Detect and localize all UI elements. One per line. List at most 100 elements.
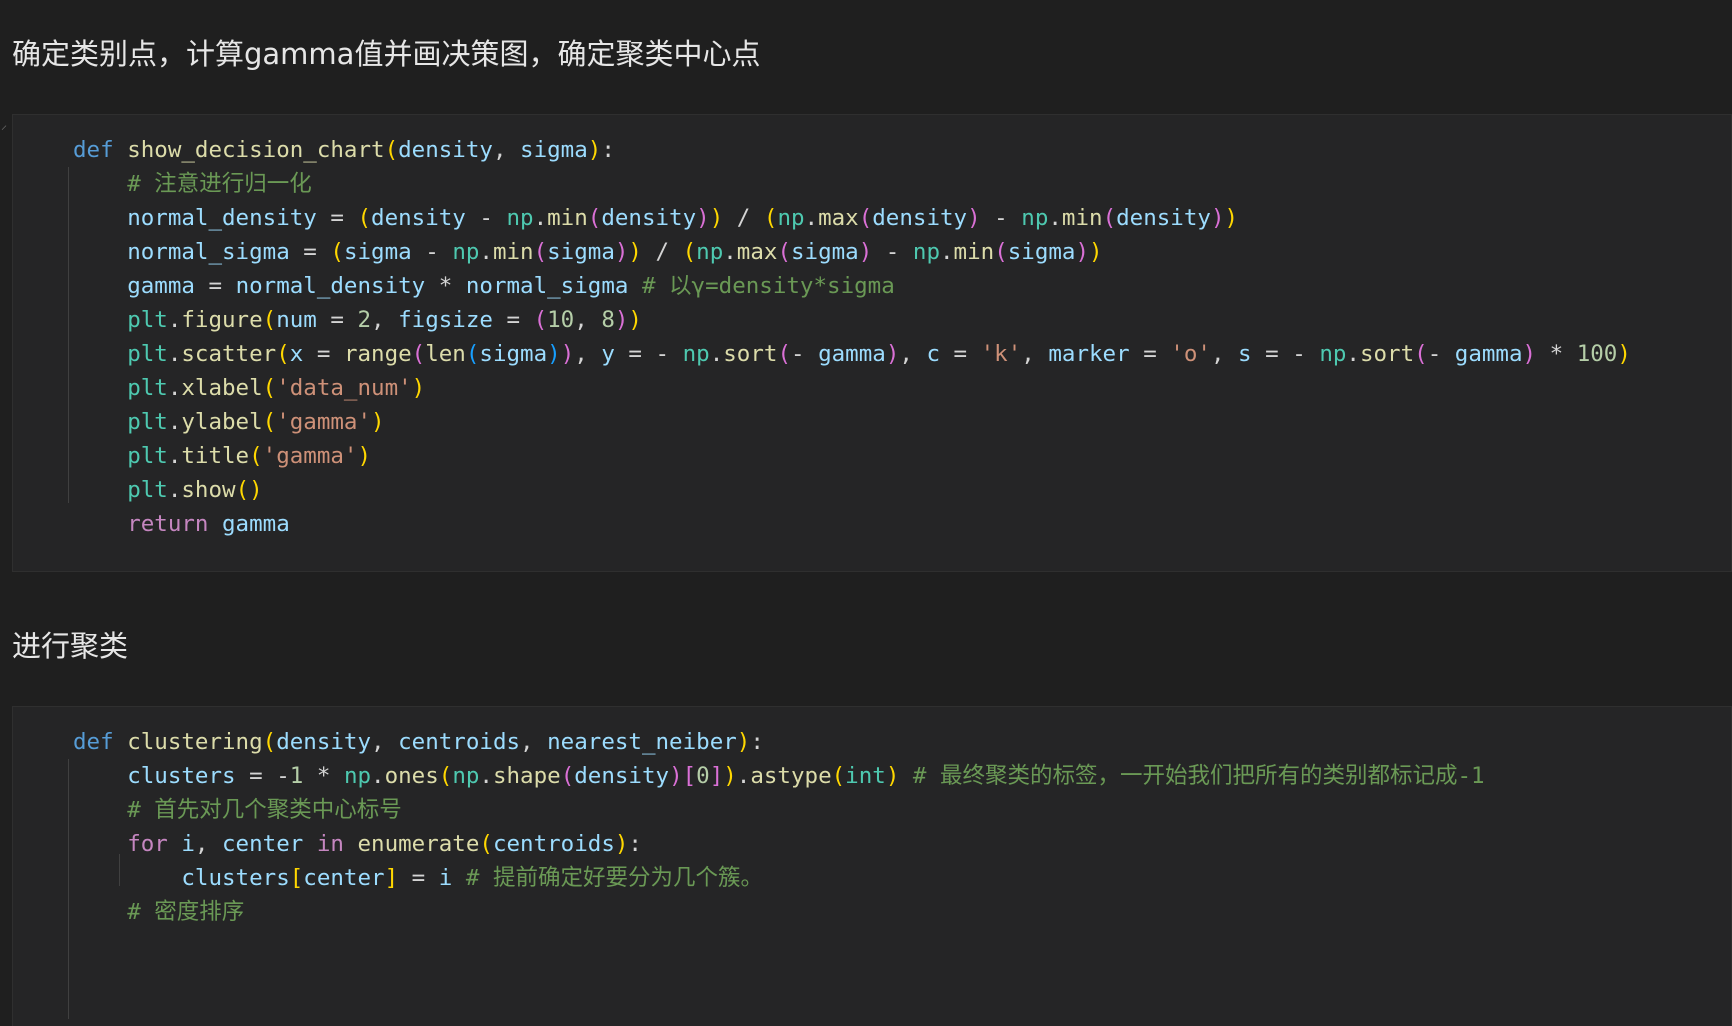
code-token: = [194,273,236,299]
code-token: . [371,763,385,789]
code-token: sigma [790,239,859,265]
code-token: ) [885,341,900,367]
code-line[interactable]: def clustering(density, centroids, neare… [73,725,1485,759]
code-token: np [452,763,480,789]
code-token: ( [533,239,548,265]
code-token: for [127,831,168,857]
code-token: ( [479,831,493,857]
code-token: np [1319,341,1347,367]
code-line[interactable]: plt.ylabel('gamma') [73,405,1631,439]
code-token: clusters [181,865,290,891]
code-cell-clustering[interactable]: def clustering(density, centroids, neare… [12,706,1732,1026]
code-token: marker [1048,341,1130,367]
code-token: range [343,341,412,367]
code-token: - [790,341,819,367]
code-line[interactable]: plt.scatter(x = range(len(sigma)), y = -… [73,337,1631,371]
code-token: ( [465,341,480,367]
code-token: * [425,273,466,299]
code-line[interactable]: def show_decision_chart(density, sigma): [73,133,1631,167]
code-token: , [371,307,399,333]
code-token: 100 [1576,341,1618,367]
code-token: max [818,205,859,231]
code-token: 'gamma' [276,409,372,435]
code-token: def [73,729,114,755]
code-line[interactable]: plt.xlabel('data_num') [73,371,1631,405]
code-editor[interactable]: def show_decision_chart(density, sigma):… [73,133,1631,541]
code-token: xlabel [181,375,263,401]
code-token: scatter [181,341,277,367]
code-token: . [479,763,493,789]
code-token: - [980,205,1022,231]
code-line[interactable]: clusters[center] = i # 提前确定好要分为几个簇。 [73,861,1485,895]
code-line[interactable]: normal_sigma = (sigma - np.min(sigma)) /… [73,235,1631,269]
code-token: . [533,205,548,231]
cell-collapse-marker[interactable]: ⸍ [1,121,7,138]
code-token: 'o' [1170,341,1211,367]
code-token: x [289,341,304,367]
code-token: gamma [818,341,886,367]
code-line[interactable]: plt.title('gamma') [73,439,1631,473]
code-token: , [574,341,602,367]
code-token: # 提前确定好要分为几个簇。 [465,865,763,891]
code-line[interactable]: # 注意进行归一化 [73,167,1631,201]
code-line[interactable]: for i, center in enumerate(centroids): [73,827,1485,861]
code-token: sort [1359,341,1415,367]
code-token: min [492,239,534,265]
code-token: [ [682,763,697,789]
code-line[interactable]: # 密度排序 [73,895,1485,929]
code-token: = [316,307,358,333]
code-token: ) [885,763,900,789]
code-token: 10 [547,307,575,333]
code-line[interactable]: normal_density = (density - np.min(densi… [73,201,1631,235]
code-token: = [235,763,277,789]
code-token: title [181,443,250,469]
code-token: plt [127,375,168,401]
code-token: center [303,865,385,891]
code-token: ( [262,307,277,333]
code-token: ) [709,205,724,231]
code-token: , [520,729,548,755]
code-token: . [167,443,182,469]
code-token: sigma [547,239,615,265]
code-token: ( [1102,205,1117,231]
code-token: ( [994,239,1008,265]
code-token: plt [127,341,168,367]
code-token: 8 [601,307,615,333]
code-token: centroids [398,729,521,755]
code-line[interactable]: plt.show() [73,473,1631,507]
code-cell-decision-chart[interactable]: ⸍ def show_decision_chart(density, sigma… [1,114,1732,572]
code-token: : [601,137,615,163]
code-token: , [371,729,399,755]
code-token: plt [127,443,168,469]
code-token: np [452,239,480,265]
indent-guide [68,167,69,503]
code-line[interactable]: return gamma [73,507,1631,541]
code-line[interactable]: clusters = -1 * np.ones(np.shape(density… [73,759,1484,793]
code-token: ylabel [181,409,263,435]
code-token: sigma [479,341,548,367]
code-token: . [167,477,182,503]
code-token: ( [249,443,263,469]
code-line[interactable]: # 首先对几个聚类中心标号 [73,793,1485,827]
code-token: figure [181,307,263,333]
code-token: . [479,239,493,265]
code-token: ( [262,729,277,755]
code-token: def [73,137,114,163]
code-line[interactable]: gamma = normal_density * normal_sigma # … [73,269,1631,303]
code-editor[interactable]: def clustering(density, centroids, neare… [73,725,1485,929]
code-token: astype [750,763,832,789]
code-token: ( [1414,341,1428,367]
code-line[interactable]: plt.figure(num = 2, figsize = (10, 8)) [73,303,1631,337]
code-token: ) [1522,341,1537,367]
